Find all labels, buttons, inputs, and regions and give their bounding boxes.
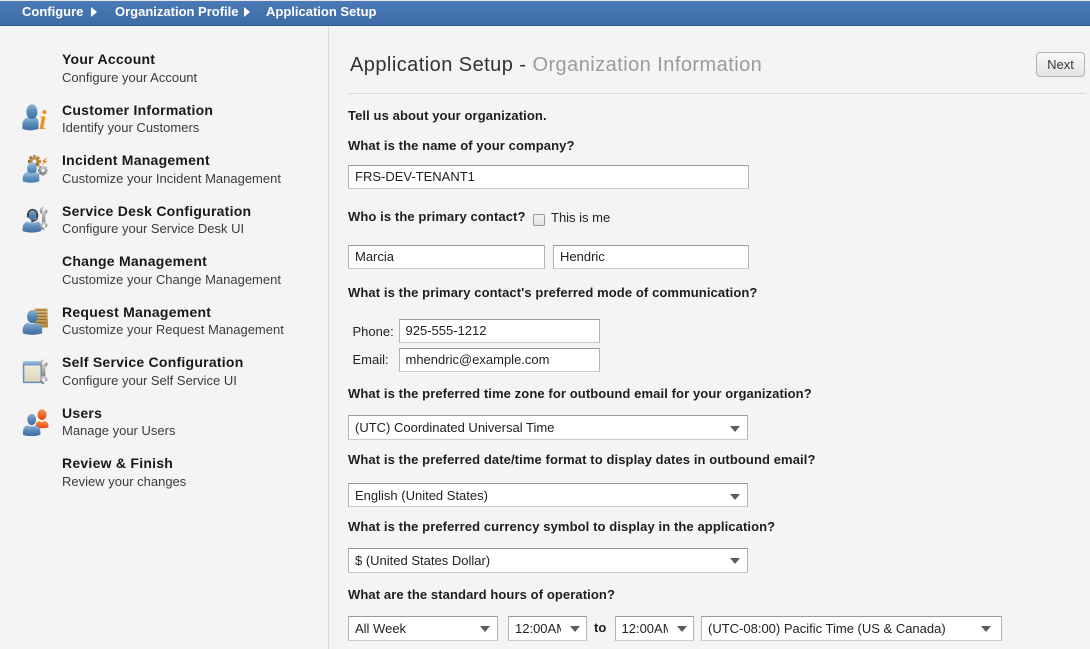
svg-text:i: i: [39, 105, 47, 133]
